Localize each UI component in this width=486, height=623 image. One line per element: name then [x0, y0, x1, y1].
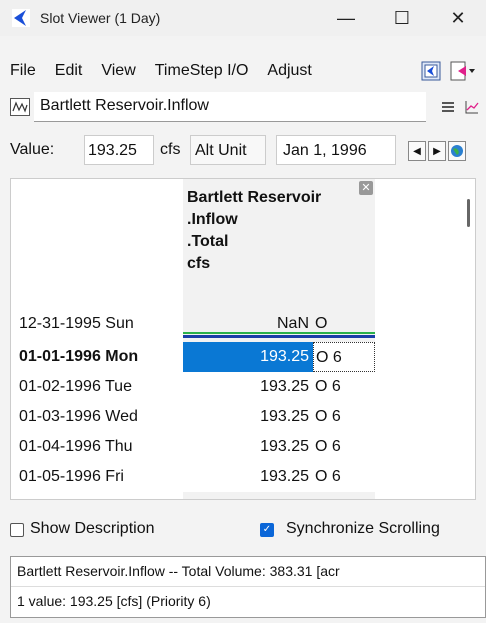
flag-cell: O 6	[313, 342, 375, 372]
menu-adjust[interactable]: Adjust	[257, 62, 320, 80]
value-bar: Value: 193.25 cfs Alt Unit Jan 1, 1996 ◀…	[0, 133, 486, 169]
alt-unit-button[interactable]: Alt Unit	[190, 135, 266, 165]
value-cell[interactable]: 193.25	[183, 462, 313, 492]
globe-button[interactable]	[448, 141, 466, 161]
flag-cell: O 6	[313, 432, 375, 462]
flag-cell: O 6	[313, 372, 375, 402]
value-cell-selected[interactable]: 193.25	[183, 342, 313, 372]
close-column-icon[interactable]: ✕	[359, 181, 373, 195]
row-date[interactable]: 01-03-1996 Wed	[11, 402, 183, 432]
riverware-app-icon	[12, 9, 30, 27]
list-view-icon[interactable]	[436, 95, 460, 119]
show-description-label[interactable]: Show Description	[30, 520, 155, 538]
row-date[interactable]: 12-31-1995 Sun	[11, 309, 183, 339]
next-date-button[interactable]: ▶	[428, 141, 446, 161]
menu-view[interactable]: View	[91, 62, 144, 80]
column-header-line: .Total	[187, 233, 229, 250]
row-date[interactable]: 01-02-1996 Tue	[11, 372, 183, 402]
import-menu-icon[interactable]	[450, 58, 476, 84]
slot-type-icon	[10, 98, 30, 116]
menu-file[interactable]: File	[0, 62, 45, 80]
sync-scrolling-checkbox[interactable]: ✓	[260, 523, 274, 537]
value-label: Value:	[10, 141, 55, 158]
row-date[interactable]: 01-01-1996 Mon	[11, 342, 183, 372]
flag-cell: O 6	[313, 462, 375, 492]
info-value-summary: 1 value: 193.25 [cfs] (Priority 6)	[17, 593, 211, 609]
plot-icon[interactable]	[460, 95, 484, 119]
value-input[interactable]: 193.25	[84, 135, 154, 165]
window-title: Slot Viewer (1 Day)	[40, 10, 161, 26]
value-cell[interactable]: 193.25	[183, 402, 313, 432]
vertical-scrollbar[interactable]	[467, 199, 470, 227]
prev-date-button[interactable]: ◀	[408, 141, 426, 161]
unit-label: cfs	[160, 141, 181, 158]
value-cell[interactable]: 193.25	[183, 432, 313, 462]
row-date[interactable]: 01-04-1996 Thu	[11, 432, 183, 462]
slot-name-field[interactable]: Bartlett Reservoir.Inflow	[34, 92, 426, 122]
flag-cell: O 6	[313, 402, 375, 432]
column-header-line: cfs	[187, 255, 211, 272]
column-header-line: Bartlett Reservoir	[187, 189, 322, 206]
value-cell[interactable]: 193.25	[183, 372, 313, 402]
menu-timestep-io[interactable]: TimeStep I/O	[145, 62, 258, 80]
date-field[interactable]: Jan 1, 1996	[276, 135, 396, 165]
minimize-button[interactable]: —	[318, 0, 374, 36]
row-date[interactable]: 01-05-1996 Fri	[11, 462, 183, 492]
row-header-column: 12-31-1995 Sun 01-01-1996 Mon 01-02-1996…	[11, 179, 183, 499]
run-start-line	[183, 332, 375, 334]
slot-column: Bartlett Reservoir .Inflow .Total cfs ✕ …	[183, 179, 375, 499]
arrow-right-icon: ▶	[433, 145, 441, 157]
menu-edit[interactable]: Edit	[45, 62, 92, 80]
sync-scrolling-label[interactable]: Synchronize Scrolling	[286, 520, 440, 538]
show-description-checkbox[interactable]	[10, 523, 24, 537]
menu-bar: File Edit View TimeStep I/O Adjust	[0, 54, 486, 88]
slot-bar: Bartlett Reservoir.Inflow	[10, 92, 479, 124]
options-bar: Show Description ✓ Synchronize Scrolling	[10, 518, 476, 544]
slot-table: 12-31-1995 Sun 01-01-1996 Mon 01-02-1996…	[10, 178, 476, 500]
arrow-left-icon: ◀	[413, 145, 421, 157]
run-start-line	[183, 335, 375, 338]
info-total-volume: Bartlett Reservoir.Inflow -- Total Volum…	[11, 557, 485, 587]
globe-icon	[451, 145, 463, 157]
title-bar: Slot Viewer (1 Day) — ☐ ✕	[0, 0, 486, 36]
close-button[interactable]: ✕	[430, 0, 486, 36]
column-header-line: .Inflow	[187, 211, 238, 228]
maximize-button[interactable]: ☐	[374, 0, 430, 36]
column-header[interactable]: Bartlett Reservoir .Inflow .Total cfs ✕	[183, 179, 375, 299]
info-panel: Bartlett Reservoir.Inflow -- Total Volum…	[10, 556, 486, 618]
workspace-icon[interactable]	[418, 58, 444, 84]
